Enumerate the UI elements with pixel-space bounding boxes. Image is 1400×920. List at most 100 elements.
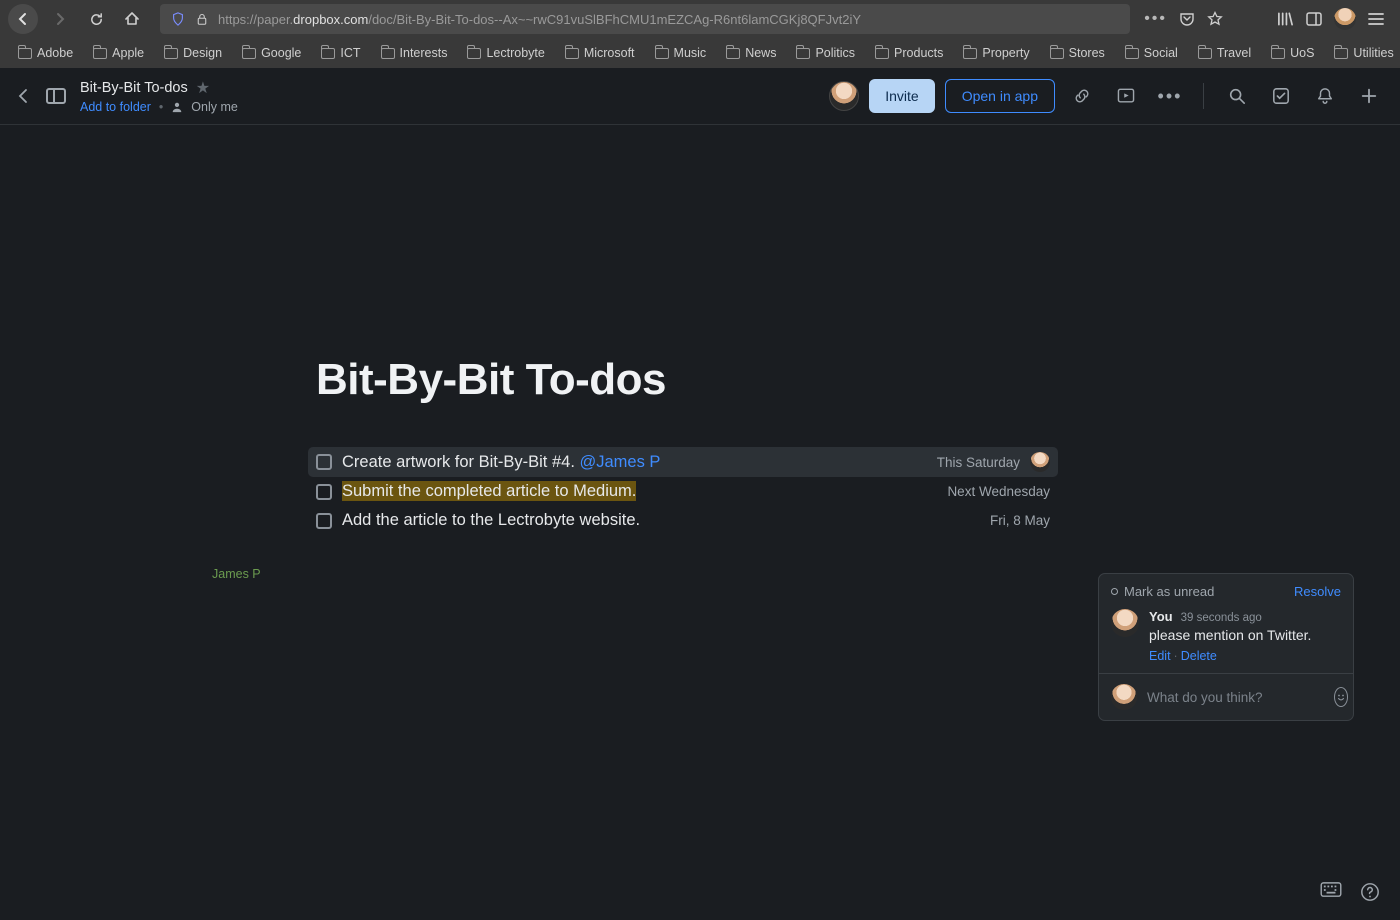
browser-home-button[interactable]	[118, 5, 146, 33]
doc-title[interactable]: Bit-By-Bit To-dos	[80, 80, 188, 96]
bookmark-folder[interactable]: UoS	[1263, 43, 1322, 63]
library-icon[interactable]	[1277, 11, 1294, 27]
comment-body-text: please mention on Twitter.	[1149, 627, 1311, 643]
tasks-icon[interactable]	[1264, 79, 1298, 113]
todo-checkbox[interactable]	[316, 454, 332, 470]
bookmark-folder[interactable]: Google	[234, 43, 309, 63]
comment-author-avatar[interactable]	[1111, 609, 1139, 637]
todo-row[interactable]: Submit the completed article to Medium.N…	[308, 477, 1058, 506]
present-icon[interactable]	[1109, 79, 1143, 113]
comment-author-name: You	[1149, 609, 1173, 624]
browser-url-bar[interactable]: https://paper.dropbox.com/doc/Bit-By-Bit…	[160, 4, 1130, 34]
folder-icon	[18, 48, 32, 59]
comment-delete-link[interactable]: Delete	[1181, 649, 1217, 663]
todo-row[interactable]: Add the article to the Lectrobyte websit…	[308, 506, 1058, 535]
invite-button[interactable]: Invite	[869, 79, 934, 113]
search-icon[interactable]	[1220, 79, 1254, 113]
bookmark-label: News	[745, 46, 776, 60]
bookmark-folder[interactable]: Lectrobyte	[459, 43, 552, 63]
sidebar-icon[interactable]	[1306, 12, 1322, 26]
resolve-button[interactable]: Resolve	[1294, 584, 1341, 599]
bookmark-folder[interactable]: Products	[867, 43, 951, 63]
browser-nav-bar: https://paper.dropbox.com/doc/Bit-By-Bit…	[0, 0, 1400, 38]
due-date[interactable]: This Saturday	[937, 455, 1020, 470]
person-icon	[171, 101, 183, 113]
meatball-icon[interactable]: •••	[1144, 10, 1167, 28]
doc-meta: Bit-By-Bit To-dos ★ Add to folder • Only…	[80, 78, 238, 114]
emoji-picker-icon[interactable]	[1334, 687, 1348, 707]
comment-input[interactable]	[1147, 690, 1324, 705]
bookmark-folder[interactable]: ICT	[313, 43, 368, 63]
bookmark-folder[interactable]: Politics	[788, 43, 863, 63]
bookmark-label: Apple	[112, 46, 144, 60]
bookmark-folder[interactable]: Utilities	[1326, 43, 1400, 63]
bookmark-folder[interactable]: Interests	[373, 43, 456, 63]
document-title[interactable]: Bit-By-Bit To-dos	[316, 355, 1056, 405]
browser-profile-avatar[interactable]	[1334, 8, 1356, 30]
sidebar-toggle-icon[interactable]	[46, 88, 66, 104]
todo-checkbox[interactable]	[316, 513, 332, 529]
bookmark-folder[interactable]: Microsoft	[557, 43, 643, 63]
folder-icon	[467, 48, 481, 59]
header-divider	[1203, 83, 1204, 109]
add-to-folder-link[interactable]: Add to folder	[80, 100, 151, 114]
due-date[interactable]: Fri, 8 May	[990, 513, 1050, 528]
bookmark-folder[interactable]: Adobe	[10, 43, 81, 63]
todo-text: Create artwork for Bit-By-Bit #4.	[342, 453, 580, 471]
bookmark-label: Interests	[400, 46, 448, 60]
folder-icon	[726, 48, 740, 59]
bookmark-label: Politics	[815, 46, 855, 60]
help-icon[interactable]	[1360, 882, 1380, 902]
browser-forward-button[interactable]	[46, 5, 74, 33]
mark-unread-button[interactable]: Mark as unread	[1111, 584, 1214, 599]
todo-row[interactable]: Create artwork for Bit-By-Bit #4. @James…	[308, 447, 1058, 477]
bookmark-label: Stores	[1069, 46, 1105, 60]
more-options-icon[interactable]: •••	[1153, 79, 1187, 113]
notifications-icon[interactable]	[1308, 79, 1342, 113]
bookmark-folder[interactable]: Travel	[1190, 43, 1259, 63]
mention-link[interactable]: @James P	[580, 453, 661, 471]
user-avatar[interactable]	[829, 81, 859, 111]
copy-link-icon[interactable]	[1065, 79, 1099, 113]
folder-icon	[1271, 48, 1285, 59]
open-in-app-button[interactable]: Open in app	[945, 79, 1055, 113]
keyboard-shortcuts-icon[interactable]	[1320, 882, 1342, 902]
hamburger-menu-icon[interactable]	[1368, 12, 1384, 26]
unread-dot-icon	[1111, 588, 1118, 595]
create-new-icon[interactable]	[1352, 79, 1386, 113]
bookmark-folder[interactable]: News	[718, 43, 784, 63]
folder-icon	[242, 48, 256, 59]
folder-icon	[321, 48, 335, 59]
browser-back-button[interactable]	[8, 4, 38, 34]
bookmark-folder[interactable]: Music	[647, 43, 715, 63]
pocket-icon[interactable]	[1179, 11, 1195, 27]
folder-icon	[1198, 48, 1212, 59]
bookmark-label: ICT	[340, 46, 360, 60]
folder-icon	[1125, 48, 1139, 59]
favorite-star-icon[interactable]: ★	[196, 78, 210, 98]
bookmark-label: Google	[261, 46, 301, 60]
bookmark-label: Social	[1144, 46, 1178, 60]
bookmark-star-icon[interactable]	[1207, 11, 1223, 27]
back-chevron-icon[interactable]	[14, 84, 32, 108]
browser-chrome: https://paper.dropbox.com/doc/Bit-By-Bit…	[0, 0, 1400, 68]
bookmark-folder[interactable]: Stores	[1042, 43, 1113, 63]
due-date[interactable]: Next Wednesday	[947, 484, 1050, 499]
todo-text: Add the article to the Lectrobyte websit…	[342, 511, 640, 529]
assignee-avatar[interactable]	[1030, 452, 1050, 472]
browser-reload-button[interactable]	[82, 5, 110, 33]
folder-icon	[875, 48, 889, 59]
bookmark-label: Property	[982, 46, 1029, 60]
bottom-utility-icons	[1320, 882, 1380, 902]
bookmark-folder[interactable]: Social	[1117, 43, 1186, 63]
bookmark-folder[interactable]: Property	[955, 43, 1037, 63]
url-text: https://paper.dropbox.com/doc/Bit-By-Bit…	[218, 12, 861, 27]
bookmark-folder[interactable]: Apple	[85, 43, 152, 63]
bookmark-label: Adobe	[37, 46, 73, 60]
lock-icon	[194, 11, 210, 27]
todo-checkbox[interactable]	[316, 484, 332, 500]
comment-timestamp: 39 seconds ago	[1181, 612, 1262, 624]
visibility-label[interactable]: Only me	[191, 100, 238, 114]
bookmark-folder[interactable]: Design	[156, 43, 230, 63]
comment-edit-link[interactable]: Edit	[1149, 649, 1171, 663]
